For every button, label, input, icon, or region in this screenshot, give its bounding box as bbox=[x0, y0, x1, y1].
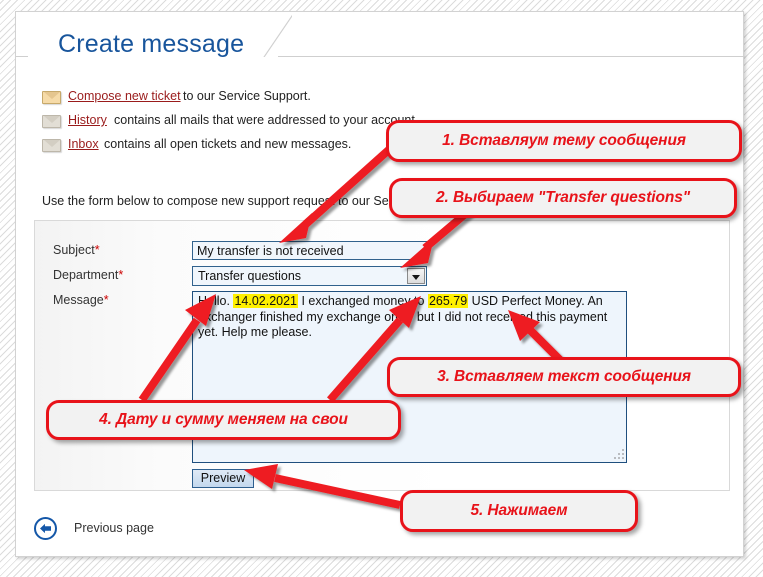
department-select[interactable]: Transfer questions bbox=[192, 266, 427, 286]
amount-highlight: 265.79 bbox=[427, 294, 469, 308]
department-label-text: Department bbox=[53, 268, 119, 282]
link-compose-new-ticket[interactable]: Compose new ticket bbox=[68, 89, 181, 103]
annotation-callout-3: 3. Вставляем текст сообщения bbox=[387, 357, 741, 397]
message-label-text: Message bbox=[53, 293, 104, 307]
department-label: Department* bbox=[53, 268, 123, 282]
back-arrow-circle-icon[interactable] bbox=[34, 517, 57, 540]
resize-grip[interactable] bbox=[613, 449, 624, 460]
annotation-callout-4: 4. Дату и сумму меняем на свои bbox=[46, 400, 401, 440]
previous-page-label: Previous page bbox=[74, 521, 154, 535]
link-inbox[interactable]: Inbox bbox=[68, 137, 99, 151]
envelope-icon bbox=[42, 139, 61, 152]
preview-button[interactable]: Preview bbox=[192, 469, 254, 488]
required-marker: * bbox=[94, 243, 100, 257]
subject-input[interactable] bbox=[192, 241, 427, 260]
list-item-inbox-rest: contains all open tickets and new messag… bbox=[104, 137, 352, 151]
envelope-icon bbox=[42, 91, 61, 104]
message-part-2: I exchanged money to bbox=[298, 294, 428, 308]
list-item-history-rest: contains all mails that were addressed t… bbox=[114, 113, 419, 127]
tab-strip: Create message bbox=[16, 12, 745, 58]
intro-text: Use the form below to compose new suppor… bbox=[42, 194, 416, 208]
page-title: Create message bbox=[58, 30, 245, 58]
annotation-callout-3-text: 3. Вставляем текст сообщения bbox=[437, 368, 691, 385]
department-selected-value: Transfer questions bbox=[198, 269, 302, 283]
chevron-down-icon[interactable] bbox=[407, 268, 425, 284]
annotation-callout-2: 2. Выбираем "Transfer questions" bbox=[389, 178, 737, 218]
page-frame: Create message Compose new ticket to our… bbox=[15, 11, 745, 557]
form-panel: Subject* Department* Transfer questions … bbox=[34, 220, 730, 491]
annotation-callout-1-text: 1. Вставляум тему сообщения bbox=[442, 132, 686, 149]
link-history[interactable]: History bbox=[68, 113, 107, 127]
required-marker: * bbox=[118, 268, 124, 282]
annotation-callout-1: 1. Вставляум тему сообщения bbox=[386, 120, 742, 162]
message-textarea-content: Hello. 14.02.2021 I exchanged money to 2… bbox=[198, 294, 621, 341]
required-marker: * bbox=[103, 293, 109, 307]
message-label: Message* bbox=[53, 293, 109, 307]
annotation-callout-4-text: 4. Дату и сумму меняем на свои bbox=[99, 411, 348, 428]
message-part-1: Hello. bbox=[198, 294, 234, 308]
subject-label-text: Subject bbox=[53, 243, 95, 257]
list-item-compose-rest: to our Service Support. bbox=[183, 89, 311, 103]
envelope-icon bbox=[42, 115, 61, 128]
annotation-callout-5: 5. Нажимаем bbox=[400, 490, 638, 532]
date-highlight: 14.02.2021 bbox=[233, 294, 298, 308]
annotation-callout-2-text: 2. Выбираем "Transfer questions" bbox=[436, 189, 690, 206]
tab-slant-edge bbox=[262, 12, 292, 57]
annotation-callout-5-text: 5. Нажимаем bbox=[470, 502, 568, 519]
subject-label: Subject* bbox=[53, 243, 100, 257]
